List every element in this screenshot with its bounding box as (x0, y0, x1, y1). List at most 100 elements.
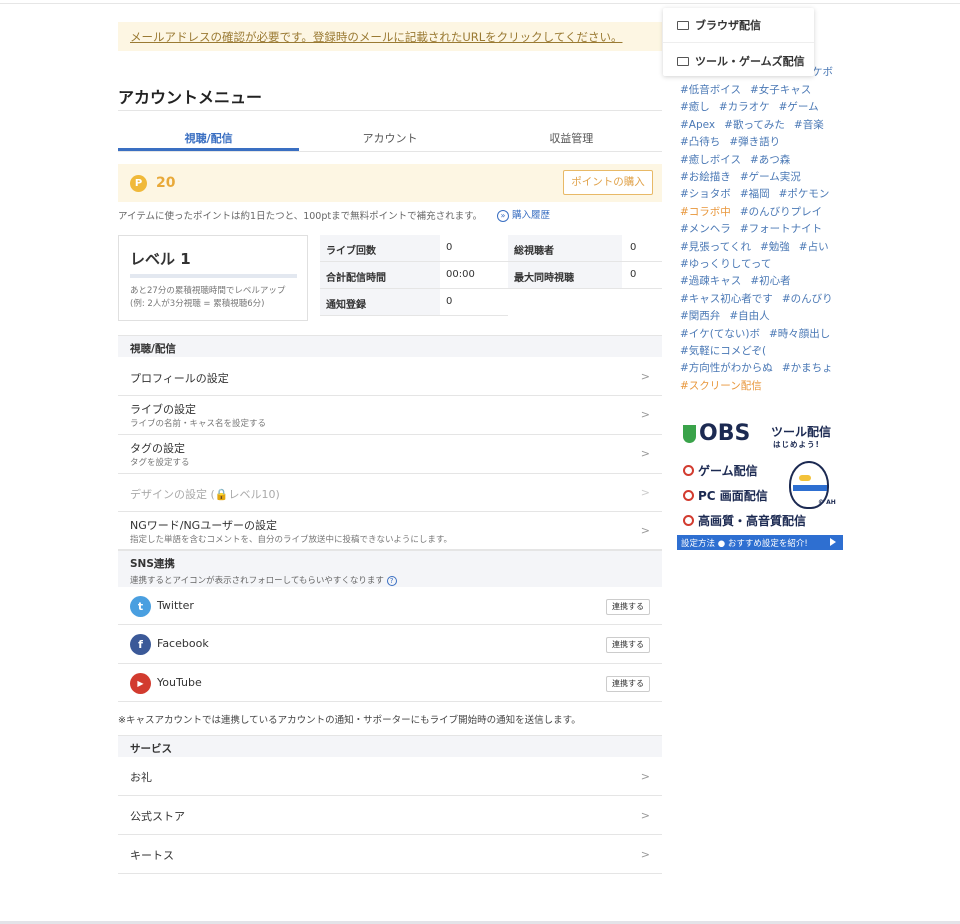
connect-facebook-button[interactable]: 連携する (606, 637, 650, 653)
purchase-history-link[interactable]: » 購入履歴 (497, 207, 550, 222)
stat-value: 00:00 (446, 269, 475, 280)
tag-line: #気軽にコメどぞ( (680, 343, 775, 358)
obs-promo-banner[interactable]: OBS ツール配信 はじめよう! ゲーム配信 PC 画面配信 高画質・高音質配信… (677, 415, 843, 550)
tag-link[interactable]: #時々顔出し (769, 328, 830, 340)
tag-link[interactable]: #占い (799, 241, 829, 253)
notice-text[interactable]: メールアドレスの確認が必要です。登録時のメールに記載されたURLをクリックしてく… (130, 30, 622, 44)
buy-points-button[interactable]: ポイントの購入 (563, 170, 653, 195)
section-heading-service: サービス (118, 735, 662, 757)
obs-feature-text: 高画質・高音質配信 (698, 514, 807, 528)
chevron-right-icon: > (640, 408, 650, 421)
tag-line: #スクリーン配信 (680, 378, 771, 393)
stat-max-concurrent: 最大同時視聴 0 (508, 262, 698, 288)
tag-link[interactable]: #低音ボイス (680, 84, 741, 96)
tag-link[interactable]: #ゲーム実況 (740, 171, 801, 183)
tag-link[interactable]: #のんびりプレイ (740, 206, 822, 218)
tag-link[interactable]: #スクリーン配信 (680, 380, 762, 392)
tag-link[interactable]: #あつ森 (750, 154, 790, 166)
camera-icon (677, 21, 689, 30)
email-verification-notice[interactable]: メールアドレスの確認が必要です。登録時のメールに記載されたURLをクリックしてく… (118, 22, 662, 51)
menu-kiitos[interactable]: キートス > (118, 835, 662, 874)
tag-link[interactable]: #癒しボイス (680, 154, 741, 166)
tag-link[interactable]: #歌ってみた (724, 119, 785, 131)
chevron-right-icon: > (640, 486, 650, 499)
connect-youtube-button[interactable]: 連携する (606, 676, 650, 692)
section-heading-sns: SNS連携 連携するとアイコンが表示されフォローしてもらいやすくなります ? (118, 550, 662, 587)
tag-link[interactable]: #ポケモン (779, 188, 830, 200)
tag-link[interactable]: #方向性がわからぬ (680, 362, 773, 374)
tag-link[interactable]: #初心者 (750, 275, 790, 287)
chevron-right-icon: > (640, 770, 650, 783)
menu-profile-settings[interactable]: プロフィールの設定 > (118, 357, 662, 396)
beginner-leaf-icon (683, 425, 696, 443)
menu-label: ライブの設定 (130, 403, 196, 416)
tag-link[interactable]: #Apex (680, 119, 715, 131)
tag-partial[interactable]: ケボ (812, 64, 833, 79)
obs-logo: OBS (699, 421, 751, 446)
tag-link[interactable]: #かまちょ (782, 362, 833, 374)
menu-official-store[interactable]: 公式ストア > (118, 796, 662, 835)
sns-name: YouTube (157, 676, 202, 689)
circle-icon (683, 465, 694, 476)
sns-sub-text: 連携するとアイコンが表示されフォローしてもらいやすくなります (130, 576, 384, 586)
level-card: レベル 1 あと27分の累積視聴時間でレベルアップ (例: 2人が3分視聴 = 累… (118, 235, 308, 321)
tag-link[interactable]: #自由人 (729, 310, 769, 322)
tag-link[interactable]: #ゆっくりしてって (680, 258, 771, 270)
help-icon[interactable]: ? (386, 576, 397, 586)
tab-view-broadcast[interactable]: 視聴/配信 (118, 124, 300, 151)
menu-thanks[interactable]: お礼 > (118, 757, 662, 796)
stat-value: 0 (630, 269, 637, 280)
tag-line: #キャス初心者です #のんびり (680, 291, 842, 306)
menu-design-settings[interactable]: デザインの設定 (🔒レベル10) > (118, 474, 662, 512)
menu-ng-settings[interactable]: NGワード/NGユーザーの設定 指定した単語を含むコメントを、自分のライブ放送中… (118, 512, 662, 550)
menu-label: NGワード/NGユーザーの設定 (130, 519, 277, 532)
tag-link[interactable]: #コラボ中 (680, 206, 731, 218)
menu-tag-settings[interactable]: タグの設定 タグを設定する > (118, 435, 662, 474)
sns-youtube-row: ▶ YouTube 連携する (118, 664, 662, 702)
tag-line: #低音ボイス #女子キャス (680, 82, 820, 97)
chevron-right-icon: > (640, 524, 650, 537)
tag-link[interactable]: #福岡 (740, 188, 770, 200)
monitor-icon (677, 57, 689, 66)
account-tabs: 視聴/配信 アカウント 収益管理 (118, 124, 662, 152)
tag-link[interactable]: #音楽 (794, 119, 824, 131)
menu-live-settings[interactable]: ライブの設定 ライブの名前・キャス名を設定する > (118, 396, 662, 435)
obs-feature-text: ゲーム配信 (698, 464, 758, 478)
point-coin-icon: P (130, 175, 147, 192)
points-note: アイテムに使ったポイントは約1日たつと、100ptまで無料ポイントで補充されます… (118, 211, 483, 222)
tag-line: #コラボ中 #のんびりプレイ (680, 204, 831, 219)
tag-link[interactable]: #関西弁 (680, 310, 720, 322)
tag-link[interactable]: #お絵描き (680, 171, 731, 183)
tag-link[interactable]: #イケ(てない)ボ (680, 328, 760, 340)
stat-label: 合計配信時間 (320, 262, 440, 288)
tag-link[interactable]: #女子キャス (750, 84, 811, 96)
tag-link[interactable]: #フォートナイト (740, 223, 822, 235)
tag-link[interactable]: #弾き語り (729, 136, 780, 148)
dropdown-browser-broadcast[interactable]: ブラウザ配信 (663, 8, 814, 42)
menu-sublabel: 指定した単語を含むコメントを、自分のライブ放送中に投稿できないようにします。 (130, 535, 452, 545)
tab-account[interactable]: アカウント (299, 124, 480, 151)
tag-link[interactable]: #キャス初心者です (680, 293, 773, 305)
tag-link[interactable]: #カラオケ (719, 101, 770, 113)
sns-name: Facebook (157, 637, 209, 650)
tag-link[interactable]: #のんびり (782, 293, 833, 305)
tag-link[interactable]: #気軽にコメどぞ( (680, 345, 766, 357)
tag-link[interactable]: #癒し (680, 101, 710, 113)
tag-link[interactable]: #過疎キャス (680, 275, 741, 287)
tag-link[interactable]: #ショタボ (680, 188, 731, 200)
tag-link[interactable]: #メンヘラ (680, 223, 731, 235)
tag-link[interactable]: #ゲーム (779, 101, 819, 113)
stat-label: 通知登録 (320, 289, 440, 315)
tag-link[interactable]: #勉強 (760, 241, 790, 253)
stat-value: 0 (630, 242, 637, 253)
tab-revenue[interactable]: 収益管理 (481, 124, 662, 151)
dropdown-tool-broadcast[interactable]: ツール・ゲームズ配信 (663, 44, 814, 78)
menu-sublabel: タグを設定する (130, 458, 190, 468)
chevron-right-icon: > (640, 370, 650, 383)
connect-twitter-button[interactable]: 連携する (606, 599, 650, 615)
tag-line: #見張ってくれ #勉強 #占い (680, 239, 838, 254)
tag-link[interactable]: #見張ってくれ (680, 241, 751, 253)
tag-link[interactable]: #凸待ち (680, 136, 720, 148)
stats-divider (320, 315, 508, 316)
obs-cta-bar[interactable]: 設定方法 ● おすすめ設定を紹介! (677, 535, 843, 550)
